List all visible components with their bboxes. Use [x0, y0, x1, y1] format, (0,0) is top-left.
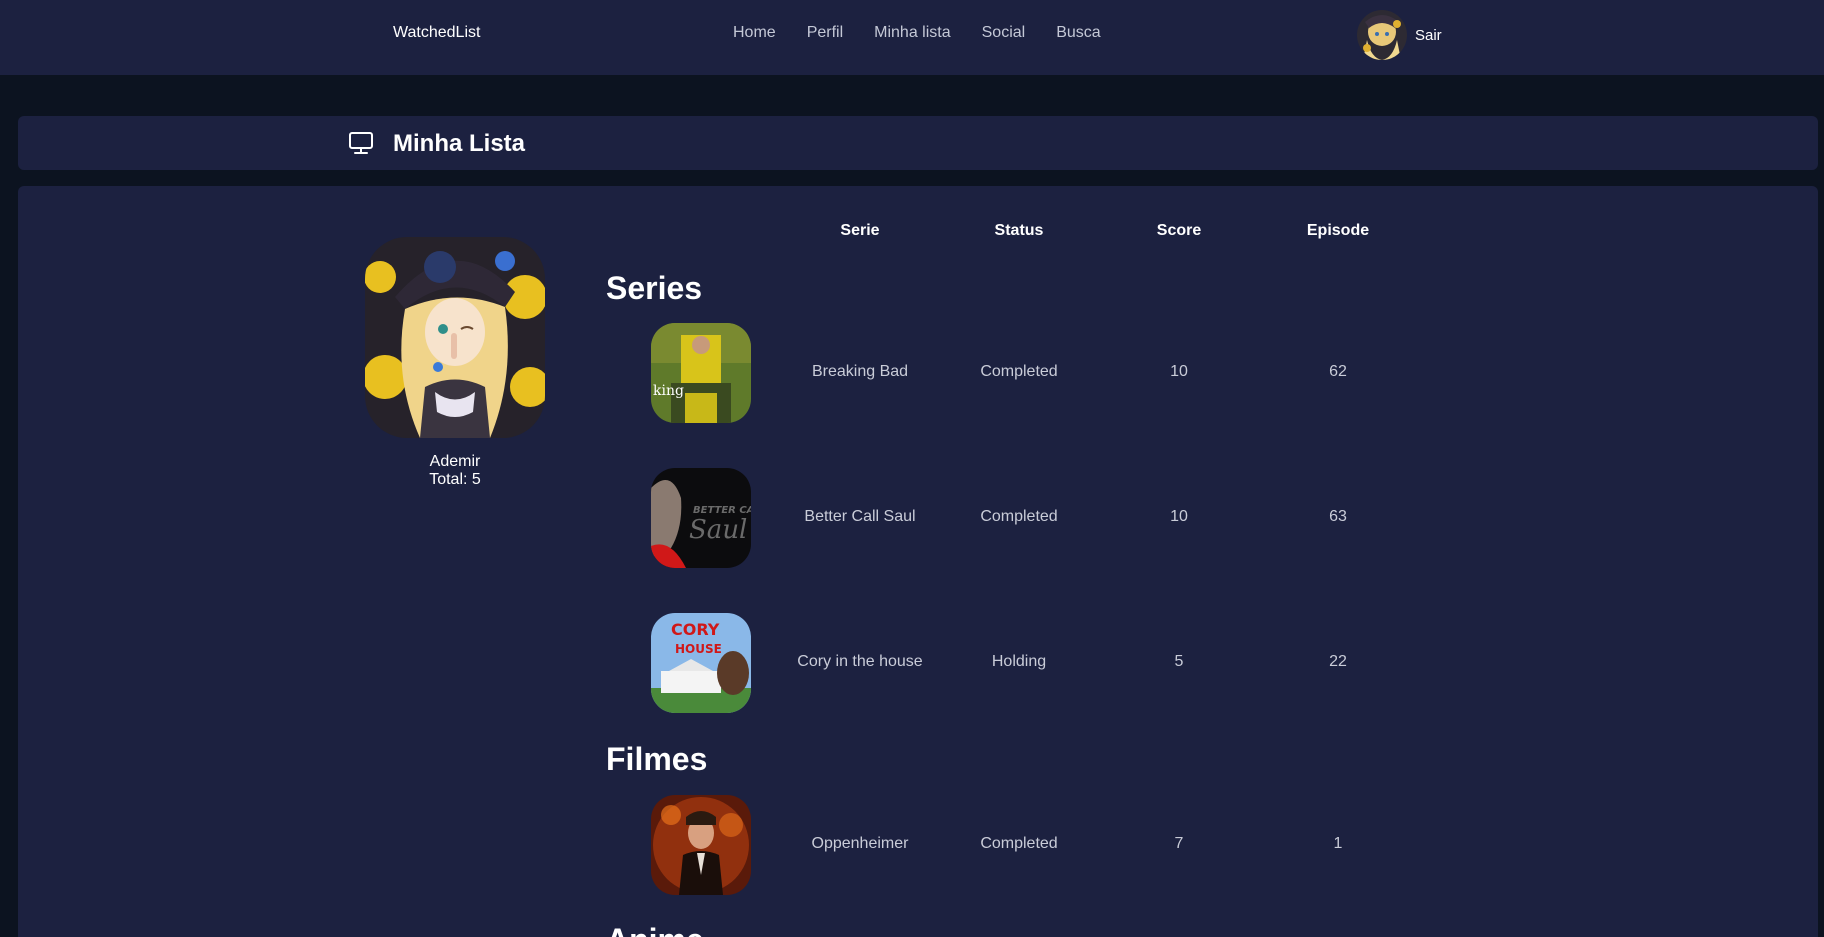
column-header-status[interactable]: Status [939, 222, 1099, 240]
page-title: Minha Lista [393, 130, 526, 157]
page-title-bar: Minha Lista [18, 116, 1818, 170]
logout-link[interactable]: Sair [1415, 27, 1442, 44]
poster-image [651, 795, 751, 895]
poster-image: CORY HOUSE [651, 613, 751, 713]
top-navbar: WatchedList Home Perfil Minha lista Soci… [0, 0, 1824, 75]
cell-title: Better Call Saul [804, 508, 916, 525]
cell-title: Cory in the house [797, 653, 923, 670]
nav-link-home[interactable]: Home [733, 24, 776, 42]
poster-text: king [653, 383, 684, 399]
poster-image: BETTER CALL Saul [651, 468, 751, 568]
cell-status: Completed [980, 363, 1058, 380]
nav-link-minha-lista[interactable]: Minha lista [874, 24, 950, 42]
nav-link-perfil[interactable]: Perfil [807, 24, 843, 42]
column-header-episode[interactable]: Episode [1258, 222, 1418, 240]
poster-text: CORY [671, 620, 720, 639]
poster-text: Saul [689, 515, 747, 545]
section-title-filmes: Filmes [606, 741, 708, 777]
cell-score: 7 [1174, 835, 1184, 852]
user-avatar[interactable] [1357, 10, 1407, 60]
section-title-series: Series [606, 270, 703, 306]
column-header-serie[interactable]: Serie [780, 222, 940, 240]
table-row[interactable]: Oppenheimer Completed 7 1 [18, 795, 1818, 895]
user-area: Sair [1357, 10, 1442, 60]
section-title-anime: Anime [606, 922, 704, 937]
nav-link-busca[interactable]: Busca [1056, 24, 1100, 42]
monitor-icon [349, 132, 373, 154]
column-header-score[interactable]: Score [1099, 222, 1259, 240]
cell-status: Holding [991, 653, 1047, 670]
poster-text: HOUSE [675, 642, 722, 656]
cell-score: 5 [1174, 653, 1184, 670]
nav-link-social[interactable]: Social [982, 24, 1026, 42]
table-row[interactable]: CORY HOUSE Cory in the house Holding 5 2… [18, 613, 1818, 713]
cell-episode: 63 [1329, 508, 1347, 525]
cell-title: Breaking Bad [811, 363, 909, 380]
cell-status: Completed [980, 835, 1058, 852]
nav-links: Home Perfil Minha lista Social Busca [733, 24, 1132, 42]
brand-link[interactable]: WatchedList [393, 24, 480, 42]
table-row[interactable]: king Breaking Bad Completed 10 62 [18, 323, 1818, 423]
cell-title: Oppenheimer [811, 835, 909, 852]
cell-status: Completed [980, 508, 1058, 525]
cell-episode: 62 [1329, 363, 1347, 380]
cell-episode: 1 [1333, 835, 1343, 852]
cell-episode: 22 [1329, 653, 1347, 670]
poster-image: king [651, 323, 751, 423]
table-row[interactable]: BETTER CALL Saul Better Call Saul Comple… [18, 468, 1818, 568]
cell-score: 10 [1170, 508, 1188, 525]
watch-list-panel: Ademir Total: 5 Serie Status Score Episo… [18, 186, 1818, 937]
cell-score: 10 [1170, 363, 1188, 380]
